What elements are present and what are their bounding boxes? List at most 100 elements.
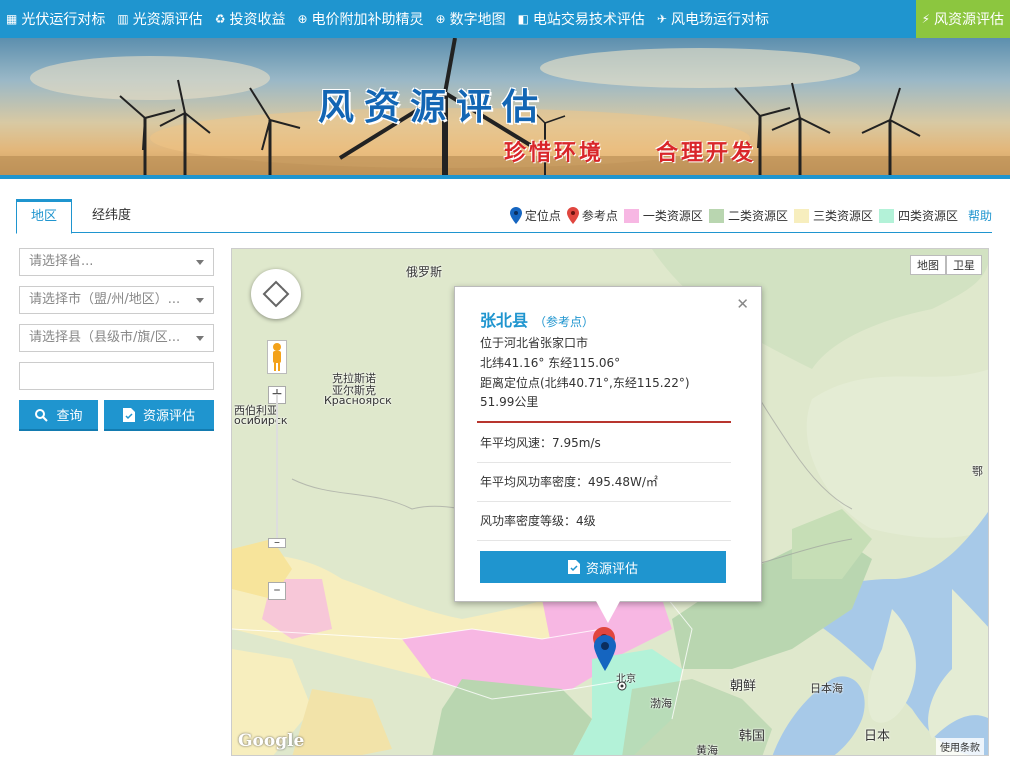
nav-item-station-trade[interactable]: ◧ 电站交易技术评估 — [512, 0, 651, 38]
nav-item-wind-benchmark[interactable]: ✈ 风电场运行对标 — [651, 0, 775, 38]
popup-coords: 北纬41.16° 东经115.06° — [480, 356, 621, 370]
popup-title: 张北县 （参考点） — [480, 307, 594, 331]
tab-region[interactable]: 地区 — [16, 199, 73, 234]
banner: 风资源评估 珍惜环境 合理开发 — [0, 38, 1010, 179]
map-label-okhotsk: 鄂 — [972, 465, 983, 478]
assess-button[interactable]: 资源评估 — [104, 400, 214, 431]
terms-link[interactable]: 使用条款 — [936, 738, 984, 755]
county-placeholder: 请选择县（县级市/旗/区... — [29, 330, 181, 345]
top-nav: ▦ 光伏运行对标 ▥ 光资源评估 ♻ 投资收益 ⊕ 电价附加补助精灵 ⊕ 数字地… — [0, 0, 1010, 38]
document-icon — [122, 407, 135, 422]
map-type-switch: 地图 卫星 — [910, 255, 982, 275]
legend-swatch — [708, 208, 724, 223]
nav-item-label: 光伏运行对标 — [21, 12, 106, 28]
popup-place-name: 张北县 — [480, 311, 529, 330]
popup-density-grade: 风功率密度等级：4级 — [477, 502, 731, 541]
legend-label: 四类资源区 — [897, 209, 958, 223]
map-label-russia: 俄罗斯 — [406, 265, 443, 279]
zoom-out-button[interactable]: – — [268, 582, 286, 600]
legend-swatch — [793, 208, 809, 223]
legend-ref: 参考点 — [566, 207, 618, 224]
nav-item-label: 光资源评估 — [132, 12, 203, 28]
close-icon[interactable]: ✕ — [736, 295, 749, 313]
google-logo: Google — [238, 731, 305, 751]
map-view[interactable]: 俄罗斯 克拉斯诺 亚尔斯克 Красноярск 西伯利亚 осибирск 朝… — [231, 248, 989, 756]
nav-item-label: 风资源评估 — [934, 12, 1004, 28]
legend-swatch — [623, 208, 639, 223]
blue-marker-icon[interactable] — [594, 635, 616, 671]
red-marker-icon — [566, 207, 579, 224]
legend-class2: 二类资源区 — [708, 207, 788, 224]
search-icon — [35, 408, 49, 422]
map-label-yellow-sea: 黄海 — [696, 744, 718, 756]
popup-place-tag: （参考点） — [534, 315, 595, 329]
popup-power-density: 年平均风功率密度：495.48W/㎡ — [477, 463, 731, 502]
popup-location: 位于河北省张家口市 — [480, 336, 589, 350]
query-button[interactable]: 查询 — [19, 400, 98, 431]
nav-item-pv-benchmark[interactable]: ▦ 光伏运行对标 — [0, 0, 111, 38]
popup-distance-desc: 距离定位点(北纬40.71°,东经115.22°) — [480, 376, 690, 390]
legend-swatch — [878, 208, 894, 223]
legend-class4: 四类资源区 — [878, 207, 958, 224]
document-icon — [567, 560, 580, 574]
legend-label: 二类资源区 — [727, 209, 788, 223]
banner-title: 风资源评估 — [318, 86, 549, 128]
yuan-icon: ⊕ — [297, 12, 308, 26]
popup-divider — [477, 421, 731, 423]
popup-distance: 51.99公里 — [480, 395, 539, 409]
legend-label: 一类资源区 — [642, 209, 703, 223]
zoom-slider-track[interactable] — [276, 394, 278, 544]
nav-item-label: 风电场运行对标 — [670, 12, 769, 28]
caret-down-icon — [196, 260, 204, 265]
globe-icon: ⊕ — [435, 12, 446, 26]
nav-item-investment[interactable]: ♻ 投资收益 — [209, 0, 292, 38]
county-select[interactable]: 请选择县（县级市/旗/区... — [19, 324, 214, 352]
info-popup: ✕ 张北县 （参考点） 位于河北省张家口市 北纬41.16° 东经115.06° … — [454, 286, 762, 623]
map-label-japan: 日本 — [864, 729, 891, 744]
legend-label: 参考点 — [581, 209, 618, 223]
map-type-map-button[interactable]: 地图 — [910, 255, 946, 275]
nav-item-label: 电价附加补助精灵 — [311, 12, 424, 28]
nav-item-label: 投资收益 — [229, 12, 286, 28]
location-text-input[interactable] — [19, 362, 214, 390]
nav-item-subsidy[interactable]: ⊕ 电价附加补助精灵 — [291, 0, 429, 38]
query-button-label: 查询 — [56, 409, 83, 424]
pan-arrows-icon — [262, 280, 290, 308]
capital-icon — [617, 681, 627, 691]
legend-class3: 三类资源区 — [793, 207, 873, 224]
popup-assess-label: 资源评估 — [585, 561, 638, 577]
city-placeholder: 请选择市（盟/州/地区）... — [29, 292, 181, 307]
nav-item-label: 数字地图 — [449, 12, 506, 28]
legend-label: 定位点 — [524, 209, 561, 223]
province-select[interactable]: 请选择省... — [19, 248, 214, 276]
nav-item-solar-assessment[interactable]: ▥ 光资源评估 — [111, 0, 208, 38]
banner-divider — [0, 175, 1010, 179]
tab-latlng[interactable]: 经纬度 — [78, 199, 145, 233]
banner-slogan-left: 珍惜环境 — [504, 140, 605, 166]
popup-wind-speed: 年平均风速：7.95m/s — [477, 424, 731, 463]
legend-label: 三类资源区 — [812, 209, 873, 223]
plane-icon: ✈ — [656, 12, 667, 26]
blue-marker-icon — [509, 207, 522, 224]
map-label-novosibirsk-ru: осибирск — [234, 414, 288, 427]
map-label-sea-of-japan: 日本海 — [810, 682, 843, 695]
province-placeholder: 请选择省... — [29, 254, 94, 269]
recycle-icon: ♻ — [214, 12, 226, 26]
nav-item-label: 电站交易技术评估 — [532, 12, 645, 28]
zoom-slider-handle[interactable]: – — [268, 536, 286, 548]
city-select[interactable]: 请选择市（盟/州/地区）... — [19, 286, 214, 314]
bar-chart-icon: ▥ — [117, 12, 129, 26]
legend-class1: 一类资源区 — [623, 207, 703, 224]
bolt-icon: ⚡ — [921, 12, 930, 26]
nav-item-digital-map[interactable]: ⊕ 数字地图 — [430, 0, 512, 38]
nav-item-wind-assessment[interactable]: ⚡ 风资源评估 — [915, 0, 1010, 38]
map-label-krasnoyarsk-ru: Красноярск — [324, 394, 392, 407]
pan-control[interactable] — [251, 269, 301, 319]
map-legend: 定位点 参考点 一类资源区 二类资源区 三类资源区 四类资源区 帮助 — [504, 207, 992, 224]
street-view-pegman-icon[interactable] — [267, 340, 287, 374]
popup-assess-button[interactable]: 资源评估 — [480, 551, 726, 583]
map-type-satellite-button[interactable]: 卫星 — [946, 255, 982, 275]
legend-locate: 定位点 — [509, 207, 561, 224]
help-link[interactable]: 帮助 — [968, 207, 992, 224]
caret-down-icon — [196, 298, 204, 303]
